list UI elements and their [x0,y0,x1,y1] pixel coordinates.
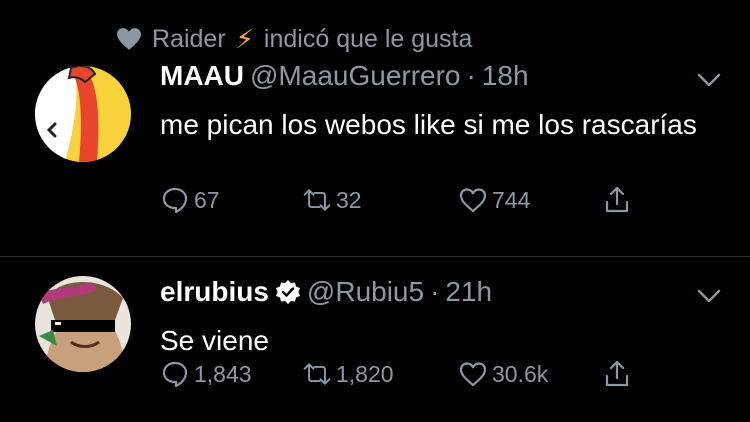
separator-dot: · [466,60,476,91]
avatar-image [35,66,131,162]
avatar[interactable] [35,276,131,372]
retweet-button[interactable]: 1,820 [302,359,394,389]
share-button[interactable] [602,185,632,215]
verified-badge-icon [275,280,300,304]
like-icon [459,188,487,213]
user-handle[interactable]: @Rubiu5 [307,276,424,308]
share-icon [605,360,629,387]
share-button[interactable] [602,359,632,389]
retweet-count: 1,820 [336,360,394,387]
share-icon [605,186,629,213]
retweet-icon [303,363,331,385]
tweet-text: me pican los webos like si me los rascar… [160,109,697,140]
user-handle[interactable]: @MaauGuerrero [250,60,461,92]
tweet-time[interactable]: 21h [445,276,492,308]
bolt-emoji: ⚡ [235,23,254,54]
context-user[interactable]: Raider [152,25,226,54]
heart-icon [117,28,141,50]
reply-count: 1,843 [194,360,252,387]
reply-button[interactable]: 1,843 [160,359,252,389]
like-button[interactable]: 744 [458,185,530,215]
chevron-down-icon[interactable] [696,70,722,90]
like-icon [459,362,487,387]
tweet-time[interactable]: 18h [482,60,529,92]
display-name[interactable]: MAAU [160,60,244,92]
avatar-image [35,276,131,372]
retweet-icon [303,189,331,211]
tweet-header: elrubius @Rubiu5 · 21h [160,276,492,308]
like-count: 30.6k [492,360,549,387]
reply-icon [162,187,188,214]
tweet-header: MAAU @MaauGuerrero · 18h [160,60,529,92]
reply-count: 67 [194,186,220,213]
social-context[interactable]: Raider ⚡ indicó que le gusta [116,22,472,56]
tweet[interactable]: MAAU @MaauGuerrero · 18h me pican los we… [0,60,750,255]
context-action: indicó que le gusta [263,24,473,53]
retweet-button[interactable]: 32 [302,185,362,215]
like-count: 744 [492,186,531,213]
reply-icon [162,361,188,388]
tweet-text: Se viene [160,325,269,356]
separator-dot: · [430,276,440,307]
tweet[interactable]: elrubius @Rubiu5 · 21h Se viene 1,843 1,… [0,262,750,422]
display-name[interactable]: elrubius [160,276,269,308]
reply-button[interactable]: 67 [160,185,220,215]
chevron-down-icon[interactable] [696,286,722,306]
avatar[interactable] [35,66,131,162]
like-button[interactable]: 30.6k [458,359,548,389]
retweet-count: 32 [336,186,362,213]
divider [0,256,750,257]
